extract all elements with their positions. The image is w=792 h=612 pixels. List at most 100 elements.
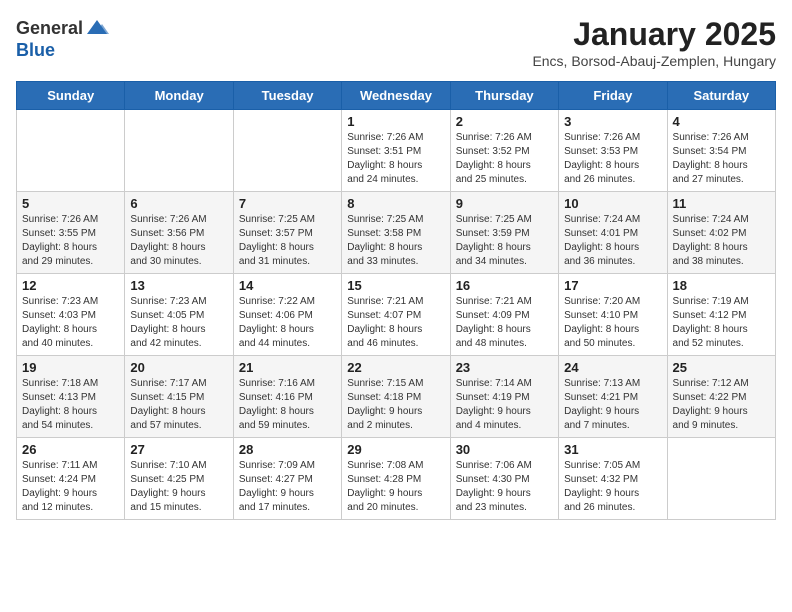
- calendar-week-row: 19Sunrise: 7:18 AM Sunset: 4:13 PM Dayli…: [17, 356, 776, 438]
- calendar-cell: 27 Sunrise: 7:10 AM Sunset: 4:25 PM Dayli…: [125, 438, 233, 520]
- day-number: 29: [347, 442, 444, 457]
- calendar-cell: 2 Sunrise: 7:26 AM Sunset: 3:52 PM Daylig…: [450, 110, 558, 192]
- calendar-cell: 1Sunrise: 7:26 AM Sunset: 3:51 PM Daylig…: [342, 110, 450, 192]
- calendar-table: SundayMondayTuesdayWednesdayThursdayFrid…: [16, 81, 776, 520]
- day-info: Sunrise: 7:05 AM Sunset: 4:32 PM Dayligh…: [564, 459, 661, 515]
- calendar-cell: 10 Sunrise: 7:24 AM Sunset: 4:01 PM Dayli…: [559, 192, 667, 274]
- calendar-cell: 18 Sunrise: 7:19 AM Sunset: 4:12 PM Dayli…: [667, 274, 775, 356]
- day-info: Sunrise: 7:26 AM Sunset: 3:54 PM Dayligh…: [673, 131, 770, 187]
- calendar-cell: 20 Sunrise: 7:17 AM Sunset: 4:15 PM Dayli…: [125, 356, 233, 438]
- calendar-cell: 3 Sunrise: 7:26 AM Sunset: 3:53 PM Daylig…: [559, 110, 667, 192]
- day-number: 6: [130, 196, 227, 211]
- weekday-header-row: SundayMondayTuesdayWednesdayThursdayFrid…: [17, 82, 776, 110]
- day-info: Sunrise: 7:19 AM Sunset: 4:12 PM Dayligh…: [673, 295, 770, 351]
- day-number: 13: [130, 278, 227, 293]
- day-info: Sunrise: 7:09 AM Sunset: 4:27 PM Dayligh…: [239, 459, 336, 515]
- calendar-week-row: 5Sunrise: 7:26 AM Sunset: 3:55 PM Daylig…: [17, 192, 776, 274]
- day-number: 24: [564, 360, 661, 375]
- calendar-cell: 22 Sunrise: 7:15 AM Sunset: 4:18 PM Dayli…: [342, 356, 450, 438]
- day-info: Sunrise: 7:23 AM Sunset: 4:03 PM Dayligh…: [22, 295, 119, 351]
- day-number: 4: [673, 114, 770, 129]
- day-info: Sunrise: 7:17 AM Sunset: 4:15 PM Dayligh…: [130, 377, 227, 433]
- day-number: 26: [22, 442, 119, 457]
- day-info: Sunrise: 7:14 AM Sunset: 4:19 PM Dayligh…: [456, 377, 553, 433]
- day-info: Sunrise: 7:08 AM Sunset: 4:28 PM Dayligh…: [347, 459, 444, 515]
- day-number: 25: [673, 360, 770, 375]
- day-number: 17: [564, 278, 661, 293]
- day-info: Sunrise: 7:24 AM Sunset: 4:01 PM Dayligh…: [564, 213, 661, 269]
- calendar-cell: 4 Sunrise: 7:26 AM Sunset: 3:54 PM Daylig…: [667, 110, 775, 192]
- day-info: Sunrise: 7:10 AM Sunset: 4:25 PM Dayligh…: [130, 459, 227, 515]
- calendar-cell: 29 Sunrise: 7:08 AM Sunset: 4:28 PM Dayli…: [342, 438, 450, 520]
- day-number: 20: [130, 360, 227, 375]
- calendar-cell: 12Sunrise: 7:23 AM Sunset: 4:03 PM Dayli…: [17, 274, 125, 356]
- calendar-cell: [125, 110, 233, 192]
- day-info: Sunrise: 7:13 AM Sunset: 4:21 PM Dayligh…: [564, 377, 661, 433]
- weekday-header-saturday: Saturday: [667, 82, 775, 110]
- day-number: 31: [564, 442, 661, 457]
- logo-blue-text: Blue: [16, 40, 55, 60]
- day-number: 2: [456, 114, 553, 129]
- calendar-cell: 9 Sunrise: 7:25 AM Sunset: 3:59 PM Daylig…: [450, 192, 558, 274]
- calendar-week-row: 1Sunrise: 7:26 AM Sunset: 3:51 PM Daylig…: [17, 110, 776, 192]
- day-info: Sunrise: 7:26 AM Sunset: 3:51 PM Dayligh…: [347, 131, 444, 187]
- day-number: 19: [22, 360, 119, 375]
- day-info: Sunrise: 7:21 AM Sunset: 4:07 PM Dayligh…: [347, 295, 444, 351]
- day-number: 8: [347, 196, 444, 211]
- weekday-header-tuesday: Tuesday: [233, 82, 341, 110]
- page-header: General Blue January 2025 Encs, Borsod-A…: [16, 16, 776, 69]
- day-number: 28: [239, 442, 336, 457]
- weekday-header-wednesday: Wednesday: [342, 82, 450, 110]
- day-info: Sunrise: 7:25 AM Sunset: 3:58 PM Dayligh…: [347, 213, 444, 269]
- day-info: Sunrise: 7:26 AM Sunset: 3:53 PM Dayligh…: [564, 131, 661, 187]
- calendar-cell: 31 Sunrise: 7:05 AM Sunset: 4:32 PM Dayli…: [559, 438, 667, 520]
- day-number: 27: [130, 442, 227, 457]
- calendar-cell: 15 Sunrise: 7:21 AM Sunset: 4:07 PM Dayli…: [342, 274, 450, 356]
- calendar-cell: 6 Sunrise: 7:26 AM Sunset: 3:56 PM Daylig…: [125, 192, 233, 274]
- calendar-cell: 13 Sunrise: 7:23 AM Sunset: 4:05 PM Dayli…: [125, 274, 233, 356]
- calendar-cell: 8 Sunrise: 7:25 AM Sunset: 3:58 PM Daylig…: [342, 192, 450, 274]
- calendar-cell: 25 Sunrise: 7:12 AM Sunset: 4:22 PM Dayli…: [667, 356, 775, 438]
- day-number: 22: [347, 360, 444, 375]
- day-info: Sunrise: 7:25 AM Sunset: 3:59 PM Dayligh…: [456, 213, 553, 269]
- day-number: 11: [673, 196, 770, 211]
- calendar-cell: [667, 438, 775, 520]
- day-number: 10: [564, 196, 661, 211]
- calendar-week-row: 12Sunrise: 7:23 AM Sunset: 4:03 PM Dayli…: [17, 274, 776, 356]
- weekday-header-monday: Monday: [125, 82, 233, 110]
- calendar-cell: 24 Sunrise: 7:13 AM Sunset: 4:21 PM Dayli…: [559, 356, 667, 438]
- logo: General Blue: [16, 16, 109, 61]
- month-title: January 2025: [532, 16, 776, 53]
- day-info: Sunrise: 7:11 AM Sunset: 4:24 PM Dayligh…: [22, 459, 119, 515]
- day-info: Sunrise: 7:26 AM Sunset: 3:56 PM Dayligh…: [130, 213, 227, 269]
- day-number: 3: [564, 114, 661, 129]
- day-number: 7: [239, 196, 336, 211]
- day-info: Sunrise: 7:12 AM Sunset: 4:22 PM Dayligh…: [673, 377, 770, 433]
- day-number: 15: [347, 278, 444, 293]
- calendar-cell: 21 Sunrise: 7:16 AM Sunset: 4:16 PM Dayli…: [233, 356, 341, 438]
- day-info: Sunrise: 7:23 AM Sunset: 4:05 PM Dayligh…: [130, 295, 227, 351]
- day-info: Sunrise: 7:26 AM Sunset: 3:52 PM Dayligh…: [456, 131, 553, 187]
- calendar-cell: [17, 110, 125, 192]
- day-info: Sunrise: 7:20 AM Sunset: 4:10 PM Dayligh…: [564, 295, 661, 351]
- day-number: 14: [239, 278, 336, 293]
- calendar-cell: 11 Sunrise: 7:24 AM Sunset: 4:02 PM Dayli…: [667, 192, 775, 274]
- day-info: Sunrise: 7:24 AM Sunset: 4:02 PM Dayligh…: [673, 213, 770, 269]
- title-section: January 2025 Encs, Borsod-Abauj-Zemplen,…: [532, 16, 776, 69]
- calendar-cell: 26 Sunrise: 7:11 AM Sunset: 4:24 PM Dayli…: [17, 438, 125, 520]
- calendar-cell: 23Sunrise: 7:14 AM Sunset: 4:19 PM Dayli…: [450, 356, 558, 438]
- calendar-cell: 14Sunrise: 7:22 AM Sunset: 4:06 PM Dayli…: [233, 274, 341, 356]
- day-info: Sunrise: 7:25 AM Sunset: 3:57 PM Dayligh…: [239, 213, 336, 269]
- location-text: Encs, Borsod-Abauj-Zemplen, Hungary: [532, 53, 776, 69]
- logo-general-text: General: [16, 18, 83, 39]
- day-info: Sunrise: 7:15 AM Sunset: 4:18 PM Dayligh…: [347, 377, 444, 433]
- calendar-cell: 28 Sunrise: 7:09 AM Sunset: 4:27 PM Dayli…: [233, 438, 341, 520]
- day-number: 21: [239, 360, 336, 375]
- day-info: Sunrise: 7:16 AM Sunset: 4:16 PM Dayligh…: [239, 377, 336, 433]
- calendar-cell: 16Sunrise: 7:21 AM Sunset: 4:09 PM Dayli…: [450, 274, 558, 356]
- calendar-cell: [233, 110, 341, 192]
- calendar-cell: 17 Sunrise: 7:20 AM Sunset: 4:10 PM Dayli…: [559, 274, 667, 356]
- day-number: 16: [456, 278, 553, 293]
- day-number: 9: [456, 196, 553, 211]
- day-number: 18: [673, 278, 770, 293]
